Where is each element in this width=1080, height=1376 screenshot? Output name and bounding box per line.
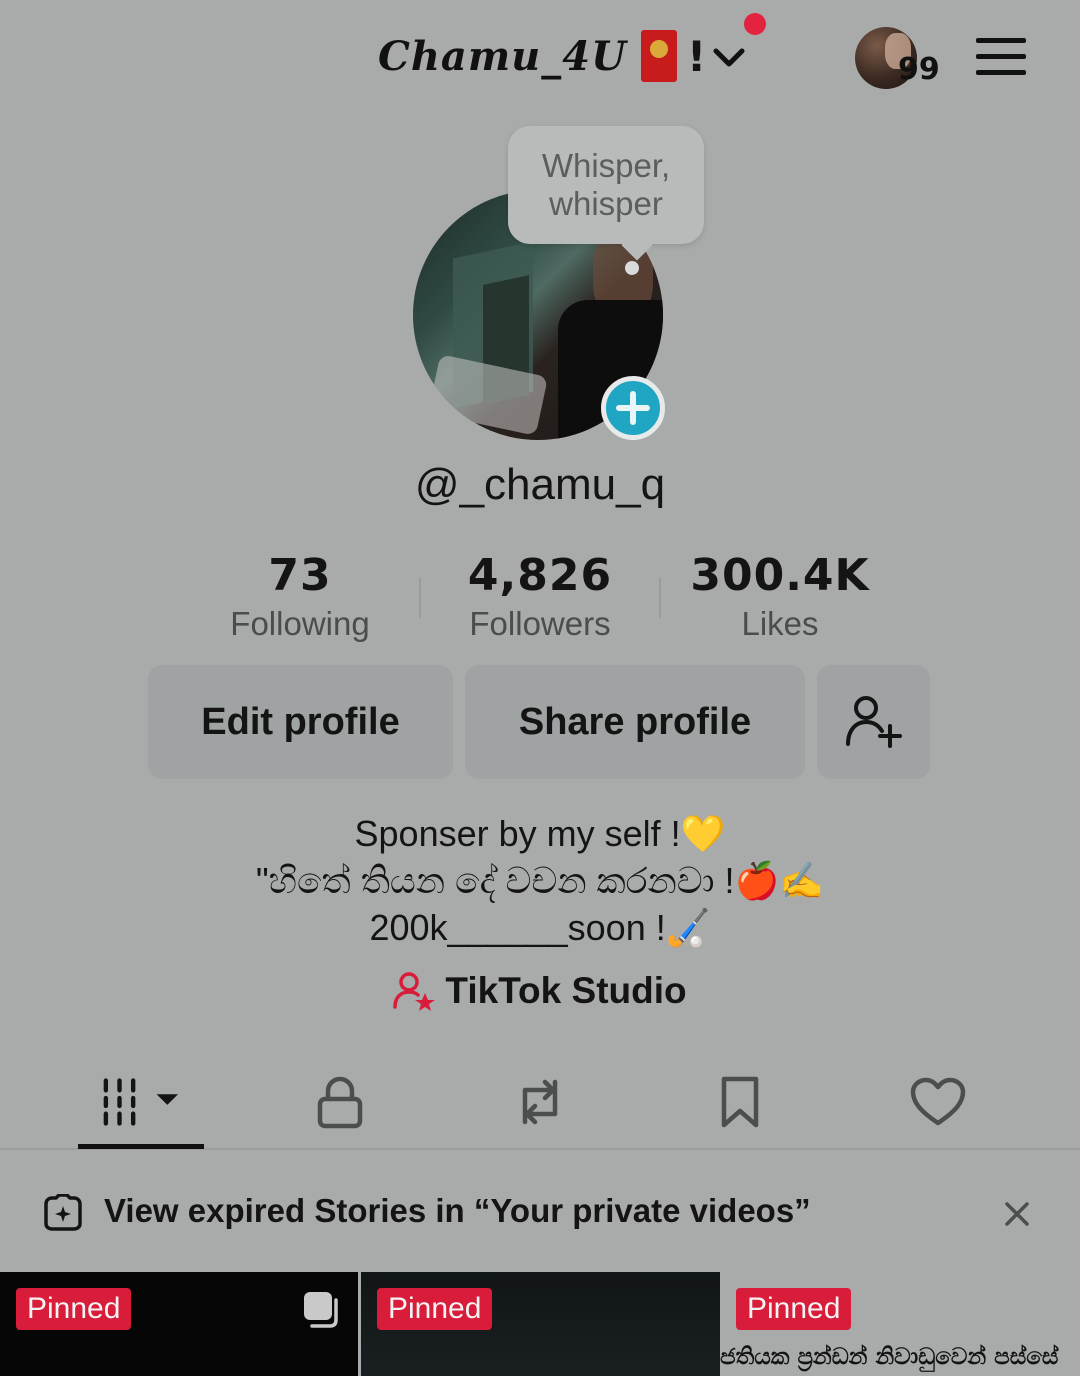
add-story-button[interactable] [601, 376, 665, 440]
stat-value: 300.4K [690, 550, 870, 601]
pinned-badge: Pinned [736, 1288, 852, 1330]
stories-banner[interactable]: View expired Stories in “Your private vi… [0, 1170, 1080, 1256]
add-friends-button[interactable] [817, 665, 930, 779]
bookmark-icon [721, 1076, 759, 1128]
red-envelope-icon [640, 30, 677, 82]
notification-count: 99 [898, 52, 940, 87]
stat-label: Following [230, 605, 370, 642]
username: @_chamu_q [414, 460, 666, 509]
pinned-badge: Pinned [377, 1288, 493, 1330]
stat-label: Followers [469, 605, 611, 642]
banner-text: View expired Stories in “Your private vi… [104, 1192, 811, 1229]
heart-icon [910, 1077, 966, 1126]
stat-divider [419, 578, 421, 618]
whisper-bubble[interactable]: Whisper, whisper [508, 126, 704, 244]
account-switcher[interactable]: Chamu_4U ! [378, 24, 746, 88]
stats-row: 73 Following 4,826 Followers 300.4K Like… [180, 550, 900, 643]
edit-profile-button[interactable]: Edit profile [148, 665, 453, 779]
stat-value: 4,826 [467, 550, 613, 601]
stat-label: Likes [741, 605, 819, 642]
chevron-down-icon [713, 48, 745, 67]
tab-private[interactable] [300, 1072, 380, 1132]
share-profile-button[interactable]: Share profile [465, 665, 805, 779]
creator-star-icon [393, 972, 436, 1011]
tab-videos[interactable] [100, 1072, 180, 1132]
video-thumbnail[interactable]: Pinned [361, 1272, 720, 1376]
tab-saved[interactable] [700, 1072, 780, 1132]
stat-divider [659, 578, 661, 618]
stat-likes[interactable]: 300.4K Likes [660, 550, 900, 643]
bio-line: 200k______soon !🏑 [369, 907, 711, 948]
bio: Sponser by my self !💛 "හිතේ තියන දේ වචන … [0, 810, 1080, 951]
tiktok-studio-link[interactable]: TikTok Studio [0, 970, 1080, 1012]
video-grid: Pinned Pinned Pinned ජතියක ප්‍රන්ඩන් නිව… [0, 1272, 1080, 1376]
tab-active-indicator [78, 1144, 204, 1149]
pinned-badge: Pinned [16, 1288, 132, 1330]
bubble-text: Whisper, whisper [541, 147, 671, 222]
stories-add-icon [44, 1194, 82, 1231]
stat-value: 73 [268, 550, 332, 601]
bubble-dot [625, 261, 639, 275]
videos-grid-icon [103, 1078, 179, 1126]
add-friend-icon [845, 696, 902, 748]
tab-reposts[interactable] [500, 1072, 580, 1132]
tab-liked[interactable] [898, 1072, 978, 1132]
notification-dot [744, 13, 766, 35]
video-thumbnail[interactable]: Pinned [0, 1272, 358, 1376]
profile-tabs [0, 1060, 1080, 1150]
thumbnail-caption: ජතියක ප්‍රන්ඩන් නිවාඩුවෙන් පස්සේ [720, 1344, 1059, 1370]
menu-icon[interactable] [976, 38, 1028, 78]
plus-icon [616, 391, 650, 425]
account-name: Chamu_4U [378, 32, 627, 80]
top-bar: Chamu_4U ! 99 [0, 0, 1080, 115]
repost-icon [522, 1079, 558, 1125]
lock-icon [317, 1076, 363, 1129]
studio-label: TikTok Studio [445, 970, 687, 1011]
stat-following[interactable]: 73 Following [180, 550, 420, 643]
bio-line: "හිතේ තියන දේ වචන කරනවා !🍎✍ [255, 860, 825, 901]
title-suffix: ! [686, 31, 707, 81]
stat-followers[interactable]: 4,826 Followers [420, 550, 660, 643]
video-thumbnail[interactable]: Pinned ජතියක ප්‍රන්ඩන් නිවාඩුවෙන් පස්සේ [720, 1272, 1080, 1376]
bio-line: Sponser by my self !💛 [354, 813, 726, 854]
close-icon[interactable] [1004, 1201, 1030, 1227]
multi-photo-icon [304, 1292, 338, 1328]
